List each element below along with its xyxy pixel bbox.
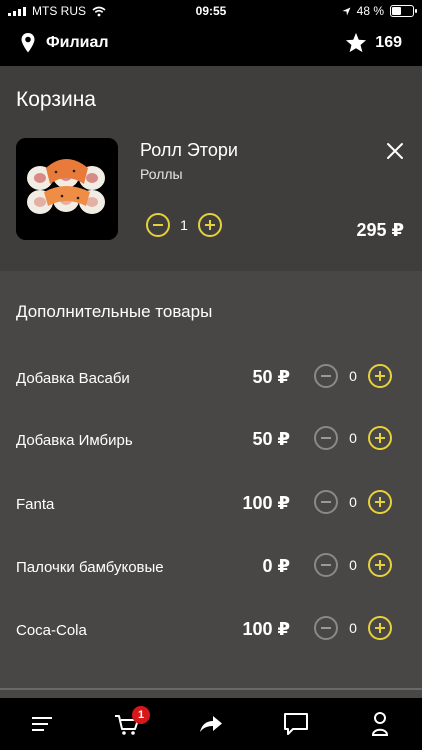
extra-item-quantity: 0 [349, 557, 357, 573]
extra-item-quantity: 0 [349, 620, 357, 636]
decrease-extra-button[interactable] [314, 616, 338, 640]
cart-section: Корзина Ролл Этори Роллы 1 295 ₽ [0, 66, 422, 271]
increase-extra-button[interactable] [368, 364, 392, 388]
decrease-extra-button[interactable] [314, 426, 338, 450]
extra-item-stepper: 0 [314, 364, 392, 388]
extra-item-price: 50 ₽ [252, 367, 290, 387]
minus-icon [321, 375, 331, 377]
menu-icon[interactable] [28, 710, 56, 738]
product-price: 295 ₽ [356, 220, 404, 240]
minus-icon [153, 224, 163, 226]
plus-icon [375, 433, 385, 443]
divider [0, 688, 422, 690]
chat-icon[interactable] [282, 710, 310, 738]
extra-item-price: 100 ₽ [242, 493, 290, 513]
map-pin-icon [21, 33, 35, 53]
extra-item-name: Fanta [16, 496, 55, 513]
extra-item-stepper: 0 [314, 490, 392, 514]
status-bar: MTS RUS 09:55 48 % [0, 0, 422, 22]
product-name: Ролл Этори [140, 140, 238, 160]
decrease-extra-button[interactable] [314, 364, 338, 388]
minus-icon [321, 564, 331, 566]
profile-icon[interactable] [366, 710, 394, 738]
extra-item-price: 50 ₽ [252, 429, 290, 449]
plus-icon [375, 560, 385, 570]
battery-percent: 48 % [356, 4, 384, 18]
cart-badge: 1 [132, 706, 150, 724]
plus-icon [375, 497, 385, 507]
increase-extra-button[interactable] [368, 426, 392, 450]
plus-icon [205, 220, 215, 230]
sushi-roll-image [16, 138, 118, 240]
product-category: Роллы [140, 166, 183, 182]
extra-item-quantity: 0 [349, 494, 357, 510]
battery-icon [390, 5, 417, 17]
plus-icon [375, 623, 385, 633]
decrease-quantity-button[interactable] [146, 213, 170, 237]
favorites-count: 169 [375, 33, 402, 51]
remove-item-close-icon[interactable] [386, 142, 404, 160]
status-right: 48 % [342, 4, 417, 18]
extra-item-stepper: 0 [314, 426, 392, 450]
extra-item-price: 100 ₽ [242, 619, 290, 639]
extras-title: Дополнительные товары [16, 302, 213, 321]
top-bar: Филиал 169 [0, 22, 422, 66]
increase-extra-button[interactable] [368, 616, 392, 640]
location-arrow-icon [342, 7, 351, 15]
extra-item-quantity: 0 [349, 430, 357, 446]
extra-item-stepper: 0 [314, 616, 392, 640]
increase-extra-button[interactable] [368, 490, 392, 514]
minus-icon [321, 437, 331, 439]
increase-quantity-button[interactable] [198, 213, 222, 237]
extra-item-name: Coca-Cola [16, 622, 87, 639]
minus-icon [321, 501, 331, 503]
branch-label: Филиал [46, 34, 109, 51]
extra-item-name: Добавка Васаби [16, 370, 130, 387]
star-icon [346, 32, 367, 53]
tab-bar: 1 [0, 698, 422, 750]
extra-item: Fanta 100 ₽ 0 [0, 485, 422, 525]
extra-item-quantity: 0 [349, 368, 357, 384]
extra-item: Палочки бамбуковые 0 ₽ 0 [0, 548, 422, 588]
share-icon[interactable] [197, 710, 225, 738]
product-image[interactable] [16, 138, 118, 240]
favorites-button[interactable]: 169 [345, 32, 402, 53]
extra-item-price: 0 ₽ [262, 556, 290, 576]
cart-title: Корзина [16, 88, 96, 111]
extra-item-stepper: 0 [314, 553, 392, 577]
plus-icon [375, 371, 385, 381]
extra-item-name: Добавка Имбирь [16, 432, 133, 449]
product-quantity: 1 [180, 217, 188, 233]
extra-item: Coca-Cola 100 ₽ 0 [0, 611, 422, 651]
branch-selector[interactable]: Филиал [20, 32, 109, 54]
extra-item-name: Палочки бамбуковые [16, 559, 164, 576]
increase-extra-button[interactable] [368, 553, 392, 577]
extra-item: Добавка Васаби 50 ₽ 0 [0, 359, 422, 399]
decrease-extra-button[interactable] [314, 553, 338, 577]
minus-icon [321, 627, 331, 629]
extra-item: Добавка Имбирь 50 ₽ 0 [0, 421, 422, 461]
decrease-extra-button[interactable] [314, 490, 338, 514]
product-quantity-stepper: 1 [146, 213, 222, 237]
